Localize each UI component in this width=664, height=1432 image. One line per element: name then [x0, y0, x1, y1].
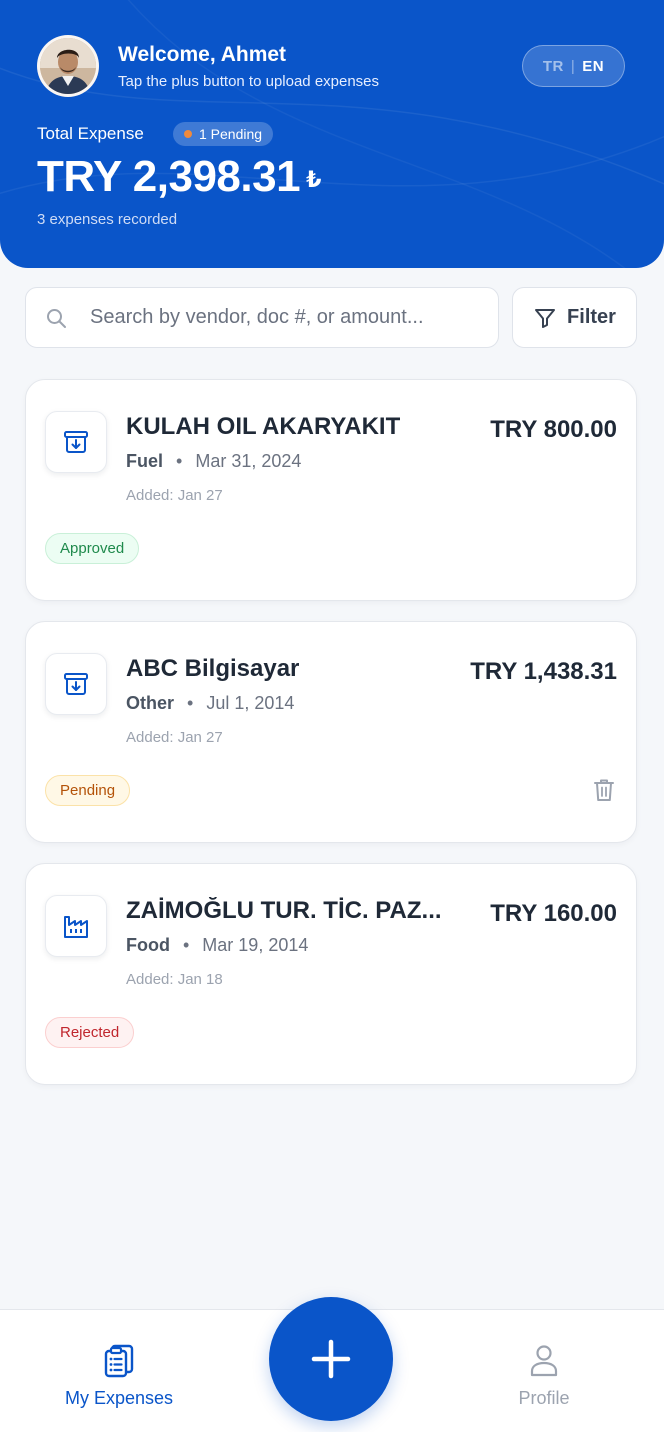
- meta-separator: •: [187, 693, 194, 713]
- expense-category: Food: [126, 935, 170, 955]
- archive-download-icon: [45, 653, 107, 715]
- expense-card[interactable]: ABC Bilgisayar TRY 1,438.31 Other • Jul 1,…: [25, 621, 637, 843]
- total-expense-amount: TRY 2,398.31 ₺: [37, 152, 321, 202]
- expense-meta: Food • Mar 19, 2014: [126, 935, 308, 956]
- expense-date: Jul 1, 2014: [206, 693, 295, 713]
- expense-amount: TRY 1,438.31: [470, 658, 617, 685]
- archive-download-icon: [45, 411, 107, 473]
- search-input[interactable]: [90, 306, 480, 329]
- total-expense-label: Total Expense: [37, 124, 144, 143]
- expense-amount: TRY 800.00: [490, 416, 617, 443]
- expense-meta: Other • Jul 1, 2014: [126, 693, 294, 714]
- plus-icon: [311, 1339, 351, 1379]
- language-separator: |: [570, 57, 576, 75]
- status-badge: Pending: [45, 775, 131, 806]
- meta-separator: •: [176, 451, 183, 471]
- welcome-subtitle: Tap the plus button to upload expenses: [118, 73, 380, 90]
- expense-vendor: KULAH OIL AKARYAKIT: [126, 413, 401, 440]
- meta-separator: •: [182, 935, 190, 955]
- expenses-screen: Welcome, Ahmet Tap the plus button to up…: [0, 0, 664, 1432]
- filter-icon: [535, 308, 556, 328]
- expense-added-date: Added: Jan 27: [126, 487, 223, 504]
- currency-symbol: ₺: [306, 167, 321, 192]
- search-box[interactable]: [25, 287, 499, 348]
- user-icon: [530, 1345, 558, 1377]
- expense-card[interactable]: KULAH OIL AKARYAKIT TRY 800.00 Fuel • Mar …: [25, 379, 637, 601]
- nav-my-expenses[interactable]: My Expenses: [19, 1310, 219, 1432]
- search-icon: [47, 308, 66, 328]
- user-photo: [40, 38, 96, 94]
- nav-profile[interactable]: Profile: [444, 1310, 644, 1432]
- expense-amount: TRY 160.00: [490, 900, 617, 927]
- language-option-en[interactable]: EN: [582, 58, 604, 75]
- add-expense-button[interactable]: [269, 1297, 393, 1421]
- pending-badge[interactable]: 1 Pending: [173, 122, 274, 146]
- expense-count: 3 expenses recorded: [37, 211, 178, 228]
- trash-icon[interactable]: [592, 777, 616, 803]
- expense-card[interactable]: ZAİMOĞLU TUR. TİC. PAZ... TRY 160.00 Foo…: [25, 863, 637, 1085]
- language-toggle[interactable]: TR | EN: [522, 45, 625, 87]
- expense-added-date: Added: Jan 27: [126, 729, 223, 746]
- pending-dot-icon: [184, 130, 192, 138]
- avatar[interactable]: [37, 35, 99, 97]
- expense-added-date: Added: Jan 18: [126, 971, 223, 988]
- expense-category: Other: [126, 693, 175, 713]
- status-badge: Approved: [45, 533, 140, 564]
- expense-category: Fuel: [126, 451, 164, 471]
- filter-label: Filter: [567, 306, 616, 328]
- expense-date: Mar 19, 2014: [202, 935, 309, 955]
- language-option-tr[interactable]: TR: [543, 58, 564, 75]
- summary-header: Welcome, Ahmet Tap the plus button to up…: [0, 0, 664, 268]
- factory-icon: [45, 895, 107, 957]
- status-badge: Rejected: [45, 1017, 135, 1048]
- expense-meta: Fuel • Mar 31, 2024: [126, 451, 301, 472]
- nav-profile-label: Profile: [518, 1388, 570, 1408]
- pending-badge-label: 1 Pending: [199, 126, 263, 142]
- filter-button[interactable]: Filter: [512, 287, 637, 348]
- welcome-title: Welcome, Ahmet: [118, 43, 287, 66]
- expense-vendor: ZAİMOĞLU TUR. TİC. PAZ...: [126, 897, 442, 924]
- expense-vendor: ABC Bilgisayar: [126, 655, 300, 682]
- nav-my-expenses-label: My Expenses: [64, 1388, 174, 1408]
- expense-date: Mar 31, 2024: [195, 451, 302, 471]
- clipboard-list-icon: [104, 1344, 134, 1378]
- total-amount-value: TRY 2,398.31: [37, 152, 301, 201]
